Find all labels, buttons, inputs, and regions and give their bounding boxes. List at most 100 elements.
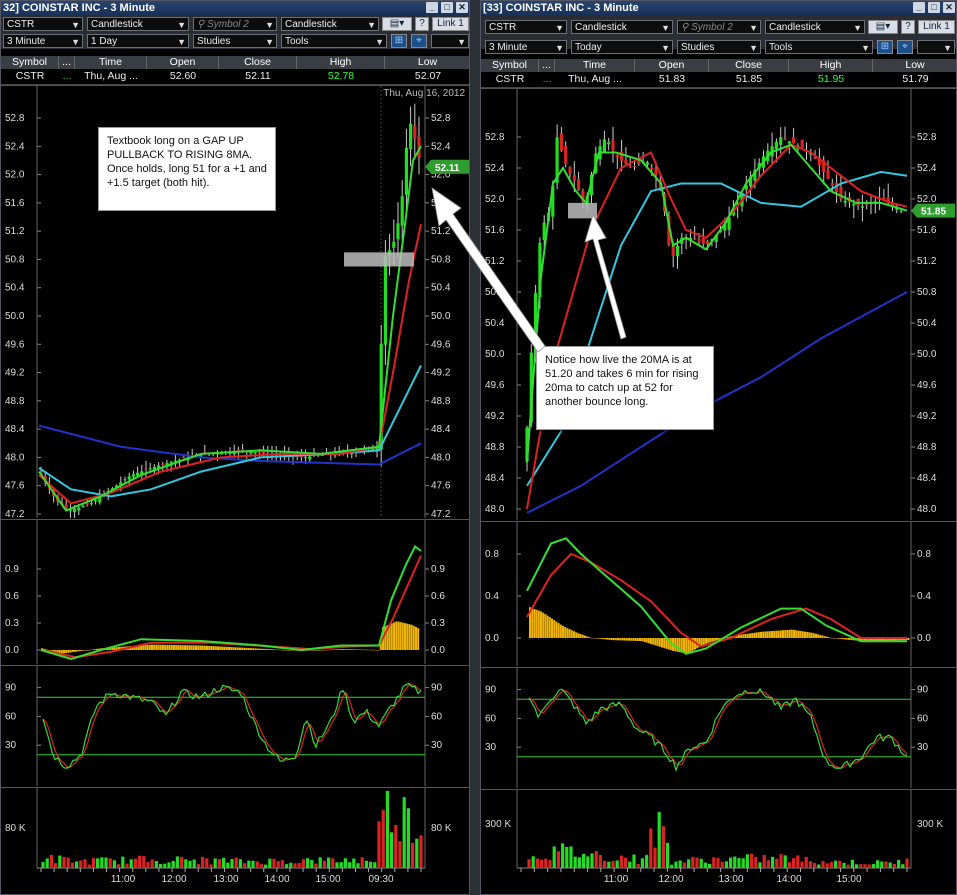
macd-histogram-bar bbox=[548, 617, 551, 638]
macd-histogram-bar bbox=[546, 615, 549, 638]
close-icon[interactable]: ✕ bbox=[456, 2, 468, 13]
y-tick-label: 50.8 bbox=[5, 254, 25, 265]
symbol2-input[interactable]: ⚲ Symbol 2 ▼ bbox=[193, 17, 277, 31]
macd-histogram-bar bbox=[401, 622, 404, 650]
stochastic-pane[interactable]: 90 90 60 60 30 30 bbox=[481, 667, 956, 789]
volume-chart[interactable]: 80 K 80 K 11:00 12:00 13:00 14:00 15:00 09:30 bbox=[1, 788, 469, 893]
link-button[interactable]: Link 1 bbox=[432, 17, 469, 31]
header-open: Open bbox=[635, 59, 709, 72]
macd-histogram-bar bbox=[786, 629, 789, 638]
volume-bar bbox=[800, 861, 804, 868]
chart-window-left[interactable]: 32] COINSTAR INC - 3 Minute _ □ ✕ CSTR ▼ … bbox=[0, 0, 470, 895]
volume-bar bbox=[45, 858, 49, 868]
layout-menu-icon[interactable]: ▤▾ bbox=[382, 17, 412, 31]
window-title[interactable]: [33] COINSTAR INC - 3 Minute _ □ ✕ bbox=[481, 1, 956, 15]
macd-histogram-bar bbox=[654, 638, 657, 646]
close-icon[interactable]: ✕ bbox=[943, 2, 955, 13]
volume-bar bbox=[238, 859, 242, 868]
range-dropdown[interactable]: 1 Day ▼ bbox=[87, 34, 189, 48]
maximize-icon[interactable]: □ bbox=[928, 2, 940, 13]
help-button[interactable]: ? bbox=[415, 17, 429, 31]
annotation-note[interactable]: Notice how live the 20MA is at 51.20 and… bbox=[536, 346, 714, 430]
symbol-input[interactable]: CSTR ▼ bbox=[3, 17, 83, 31]
macd-pane[interactable]: 0.9 0.9 0.6 0.6 0.3 0.3 0.0 0.0 bbox=[1, 519, 469, 665]
volume-chart[interactable]: 300 K 300 K 11:00 12:00 13:00 14:00 15:00 bbox=[481, 790, 956, 893]
price-pane[interactable]: Thu, Aug 16, 2012 52.8 52.8 52.4 52.4 52.0 52… bbox=[1, 85, 469, 519]
y-tick-label: 51.2 bbox=[485, 256, 505, 267]
volume-bar bbox=[91, 858, 95, 868]
y-tick-label: 48.8 bbox=[917, 442, 937, 453]
macd-histogram-bar bbox=[320, 650, 323, 651]
volume-bar bbox=[661, 826, 665, 868]
quote-row[interactable]: CSTR ... Thu, Aug ... 51.83 51.85 51.95 … bbox=[481, 73, 956, 88]
studies-dropdown[interactable]: Studies ▼ bbox=[677, 40, 761, 54]
macd-histogram-bar bbox=[652, 638, 655, 645]
volume-bar bbox=[154, 861, 158, 868]
chart-type2-dropdown[interactable]: Candlestick ▼ bbox=[281, 17, 379, 31]
crosshair-icon[interactable]: ⌖ bbox=[411, 34, 427, 48]
range-dropdown[interactable]: Today ▼ bbox=[571, 40, 673, 54]
quote-time: Thu, Aug ... bbox=[568, 73, 622, 85]
crosshair-icon[interactable]: ⌖ bbox=[897, 40, 913, 54]
volume-bar bbox=[108, 858, 112, 868]
volume-bar bbox=[289, 862, 293, 868]
macd-histogram-bar bbox=[52, 650, 54, 652]
minimize-icon[interactable]: _ bbox=[426, 2, 438, 13]
zoom-fit-icon[interactable]: ⊞ bbox=[877, 40, 893, 54]
macd-histogram-bar bbox=[408, 624, 411, 650]
candle-body bbox=[253, 452, 257, 454]
macd-chart[interactable]: 0.8 0.8 0.4 0.4 0.0 0.0 bbox=[481, 522, 956, 666]
macd-histogram-bar bbox=[700, 638, 703, 647]
studies-dropdown[interactable]: Studies ▼ bbox=[193, 34, 277, 48]
symbol2-input[interactable]: ⚲ Symbol 2 ▼ bbox=[677, 20, 761, 34]
minimize-icon[interactable]: _ bbox=[913, 2, 925, 13]
zoom-fit-icon[interactable]: ⊞ bbox=[391, 34, 407, 48]
macd-pane[interactable]: 0.8 0.8 0.4 0.4 0.0 0.0 bbox=[481, 521, 956, 667]
volume-bar bbox=[745, 854, 749, 868]
tools-dropdown[interactable]: Tools ▼ bbox=[281, 34, 387, 48]
search-icon: ⚲ bbox=[681, 22, 692, 33]
link-button[interactable]: Link 1 bbox=[918, 20, 955, 34]
volume-bar bbox=[792, 858, 796, 868]
volume-pane[interactable]: 300 K 300 K 11:00 12:00 13:00 14:00 15:00 bbox=[481, 789, 956, 894]
macd-histogram-bar bbox=[542, 612, 545, 638]
stochastic-chart[interactable]: 90 90 60 60 30 30 bbox=[481, 668, 956, 788]
symbol-input[interactable]: CSTR ▼ bbox=[485, 20, 567, 34]
macd-histogram-bar bbox=[159, 644, 162, 650]
window-title[interactable]: 32] COINSTAR INC - 3 Minute _ □ ✕ bbox=[1, 1, 469, 15]
macd-histogram-bar bbox=[195, 645, 197, 650]
chart-window-right[interactable]: [33] COINSTAR INC - 3 Minute _ □ ✕ CSTR ▼… bbox=[480, 0, 957, 895]
stochastic-chart[interactable]: 90 90 60 60 30 30 bbox=[1, 666, 469, 786]
macd-histogram-bar bbox=[823, 636, 826, 638]
volume-pane[interactable]: 80 K 80 K 11:00 12:00 13:00 14:00 15:00 09:30 bbox=[1, 787, 469, 894]
candle-body bbox=[400, 196, 404, 226]
candle-body bbox=[607, 142, 611, 145]
extra-dropdown[interactable]: ▼ bbox=[431, 34, 469, 48]
annotation-note[interactable]: Textbook long on a GAP UP PULLBACK TO RI… bbox=[98, 127, 276, 211]
macd-histogram-bar bbox=[630, 638, 633, 641]
extra-dropdown[interactable]: ▼ bbox=[917, 40, 955, 54]
price-chart[interactable]: 52.8 52.8 52.4 52.4 52.0 52.0 51.6 51.6 51.2 51.2… bbox=[481, 89, 956, 520]
macd-histogram-bar bbox=[316, 650, 318, 651]
help-button[interactable]: ? bbox=[901, 20, 915, 34]
price-pane[interactable]: 52.8 52.8 52.4 52.4 52.0 52.0 51.6 51.6 51.2 51.2… bbox=[481, 88, 956, 521]
stochastic-pane[interactable]: 90 90 60 60 30 30 bbox=[1, 665, 469, 787]
volume-bar bbox=[163, 863, 167, 868]
quote-row[interactable]: CSTR ... Thu, Aug ... 52.60 52.11 52.78 … bbox=[1, 70, 469, 85]
interval-dropdown[interactable]: 3 Minute ▼ bbox=[485, 40, 567, 54]
chart-type-dropdown[interactable]: Candlestick ▼ bbox=[87, 17, 189, 31]
macd-histogram-bar bbox=[54, 650, 57, 652]
interval-dropdown[interactable]: 3 Minute ▼ bbox=[3, 34, 83, 48]
macd-histogram-bar bbox=[575, 632, 578, 638]
y-tick-label: 52.0 bbox=[5, 170, 25, 181]
chart-type-dropdown[interactable]: Candlestick ▼ bbox=[571, 20, 673, 34]
candle-body bbox=[73, 508, 77, 513]
tools-dropdown[interactable]: Tools ▼ bbox=[765, 40, 873, 54]
chart-type2-dropdown[interactable]: Candlestick ▼ bbox=[765, 20, 865, 34]
macd-histogram-bar bbox=[96, 648, 98, 650]
layout-menu-icon[interactable]: ▤▾ bbox=[868, 20, 898, 34]
macd-histogram-bar bbox=[553, 620, 556, 638]
macd-chart[interactable]: 0.9 0.9 0.6 0.6 0.3 0.3 0.0 0.0 bbox=[1, 520, 469, 664]
window-title-text: 32] COINSTAR INC - 3 Minute bbox=[3, 2, 155, 14]
maximize-icon[interactable]: □ bbox=[441, 2, 453, 13]
